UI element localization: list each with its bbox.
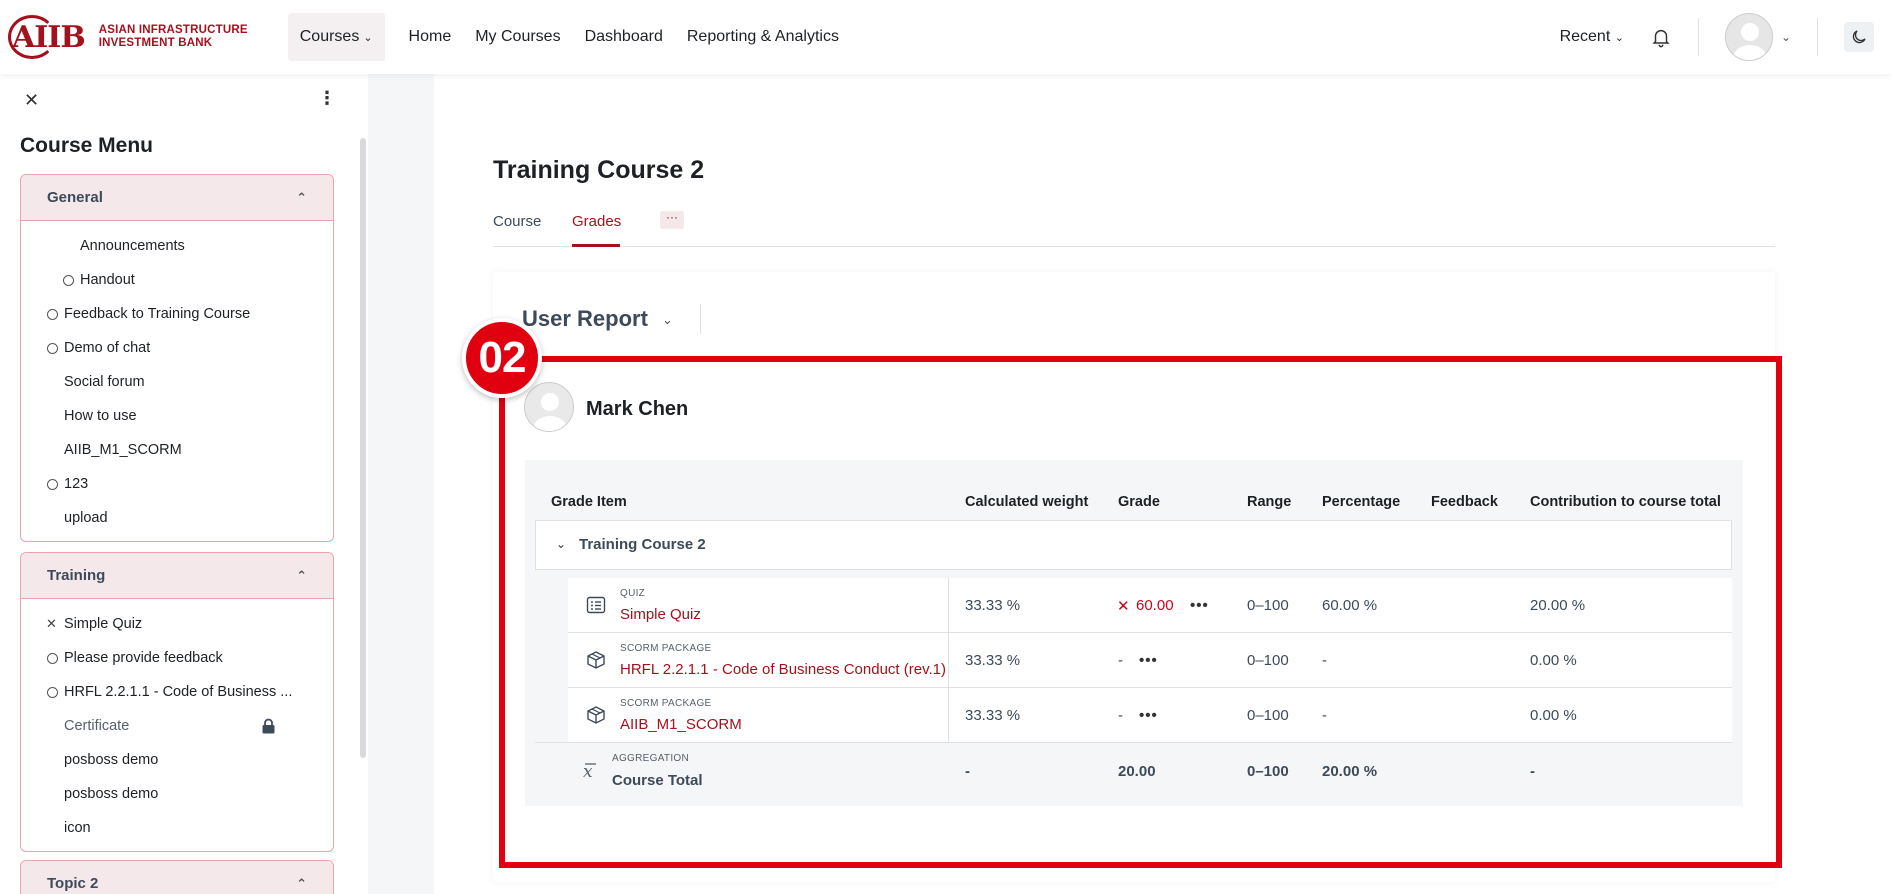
chevron-up-icon[interactable]: ⌃ bbox=[296, 190, 307, 206]
section-0: General ⌃ Announcements Handout Feedback to … bbox=[20, 174, 334, 542]
sidebar-item[interactable]: Social forum bbox=[21, 365, 333, 399]
section-2: Topic 2 ⌃ bbox=[20, 860, 334, 894]
sidebar-item-label: Social forum bbox=[64, 374, 145, 390]
sidebar-item[interactable]: ✕ Simple Quiz bbox=[21, 607, 333, 641]
circle-icon bbox=[47, 652, 58, 664]
sidebar-item[interactable]: HRFL 2.2.1.1 - Code of Business ... bbox=[21, 675, 333, 709]
avatar-icon bbox=[1732, 23, 1767, 60]
tab-grades[interactable]: Grades bbox=[572, 213, 621, 230]
chevron-down-icon: ⌄ bbox=[1614, 32, 1624, 44]
highlight-frame bbox=[499, 356, 1782, 868]
bell-icon[interactable] bbox=[1650, 26, 1672, 48]
step-badge: 02 bbox=[462, 318, 542, 398]
logo-text: ASIAN INFRASTRUCTURE INVESTMENT BANK bbox=[98, 24, 248, 49]
lock-icon bbox=[262, 718, 275, 734]
active-tab-indicator bbox=[572, 244, 620, 247]
sidebar-item[interactable]: posboss demo bbox=[21, 743, 333, 777]
sidebar-item-label: Demo of chat bbox=[64, 340, 151, 356]
divider bbox=[1697, 18, 1699, 56]
sidebar-item-label: Announcements bbox=[80, 238, 185, 254]
sidebar-item-label: Feedback to Training Course bbox=[64, 306, 251, 322]
sidebar-item-label: upload bbox=[64, 510, 108, 526]
top-navbar: AIIB ASIAN INFRASTRUCTURE INVESTMENT BANK… bbox=[0, 0, 1892, 74]
course-menu-title: Course Menu bbox=[20, 134, 154, 157]
courses-dropdown[interactable]: Courses ⌄ bbox=[287, 13, 385, 61]
sidebar-item-label: Certificate bbox=[64, 718, 130, 734]
course-sidebar: ✕ ⋮ Course Menu General ⌃ Announcements Han… bbox=[0, 74, 368, 894]
logo-mark: AIIB bbox=[8, 12, 86, 62]
sidebar-item-label: posboss demo bbox=[64, 786, 159, 802]
circle-icon bbox=[47, 342, 58, 354]
kebab-menu-icon[interactable]: ⋮ bbox=[318, 88, 336, 109]
course-tabs: Course Grades bbox=[493, 200, 1775, 247]
section-title: Training bbox=[47, 567, 106, 584]
sidebar-item[interactable]: posboss demo bbox=[21, 777, 333, 811]
circle-icon bbox=[47, 478, 58, 490]
sidebar-item[interactable]: Demo of chat bbox=[21, 331, 333, 365]
sidebar-item[interactable]: icon bbox=[21, 811, 333, 845]
report-selector[interactable]: User Report bbox=[522, 306, 648, 332]
sidebar-item-label: HRFL 2.2.1.1 - Code of Business ... bbox=[64, 684, 293, 700]
chevron-down-icon: ⌄ bbox=[363, 31, 373, 44]
chevron-up-icon[interactable]: ⌃ bbox=[296, 568, 307, 584]
section-header[interactable]: Training ⌃ bbox=[21, 553, 333, 599]
sidebar-item-label: icon bbox=[64, 820, 91, 836]
sidebar-item-label: Handout bbox=[80, 272, 135, 288]
sidebar-item-label: AIIB_M1_SCORM bbox=[64, 442, 182, 458]
moon-icon bbox=[1852, 30, 1866, 44]
user-avatar-menu[interactable] bbox=[1724, 13, 1773, 61]
sidebar-scrollbar[interactable] bbox=[360, 138, 366, 758]
more-tabs-button[interactable]: ··· bbox=[660, 211, 684, 229]
dark-mode-toggle[interactable] bbox=[1844, 22, 1874, 52]
aiib-logo[interactable]: AIIB ASIAN INFRASTRUCTURE INVESTMENT BANK bbox=[8, 12, 248, 62]
sidebar-item-label: How to use bbox=[64, 408, 137, 424]
recent-dropdown[interactable]: Recent ⌄ bbox=[1560, 28, 1624, 46]
sidebar-item[interactable]: Feedback to Training Course bbox=[21, 297, 333, 331]
nav-my-courses[interactable]: My Courses bbox=[475, 28, 560, 46]
sidebar-item-label: posboss demo bbox=[64, 752, 159, 768]
close-icon[interactable]: ✕ bbox=[24, 90, 39, 111]
section-1: Training ⌃ ✕ Simple Quiz Please provide feed… bbox=[20, 552, 334, 852]
sidebar-item[interactable]: upload bbox=[21, 501, 333, 535]
section-header[interactable]: General ⌃ bbox=[21, 175, 333, 221]
nav-reporting[interactable]: Reporting & Analytics bbox=[687, 28, 839, 46]
chevron-down-icon[interactable]: ⌄ bbox=[1781, 30, 1791, 44]
nav-home[interactable]: Home bbox=[409, 28, 452, 46]
divider bbox=[700, 304, 701, 334]
chevron-down-icon[interactable]: ⌄ bbox=[662, 312, 673, 328]
divider bbox=[1817, 18, 1818, 56]
section-title: General bbox=[47, 189, 103, 206]
sidebar-item[interactable]: Handout bbox=[21, 263, 333, 297]
circle-icon bbox=[47, 308, 58, 320]
chevron-up-icon[interactable]: ⌃ bbox=[296, 876, 307, 892]
sidebar-item-label: Simple Quiz bbox=[64, 616, 143, 632]
tab-course[interactable]: Course bbox=[493, 213, 541, 230]
sidebar-item-label: Please provide feedback bbox=[64, 650, 223, 666]
sidebar-item[interactable]: Certificate bbox=[21, 709, 333, 743]
nav-dashboard[interactable]: Dashboard bbox=[585, 28, 663, 46]
circle-icon bbox=[47, 686, 58, 698]
x-icon: ✕ bbox=[46, 616, 57, 631]
section-title: Topic 2 bbox=[47, 875, 99, 892]
sidebar-item[interactable]: How to use bbox=[21, 399, 333, 433]
page-title: Training Course 2 bbox=[493, 156, 705, 184]
sidebar-item[interactable]: Announcements bbox=[21, 229, 333, 263]
sidebar-item[interactable]: AIIB_M1_SCORM bbox=[21, 433, 333, 467]
sidebar-item[interactable]: Please provide feedback bbox=[21, 641, 333, 675]
sidebar-item[interactable]: 123 bbox=[21, 467, 333, 501]
section-header[interactable]: Topic 2 ⌃ bbox=[21, 861, 333, 894]
circle-icon bbox=[63, 274, 74, 286]
sidebar-item-label: 123 bbox=[64, 476, 89, 492]
